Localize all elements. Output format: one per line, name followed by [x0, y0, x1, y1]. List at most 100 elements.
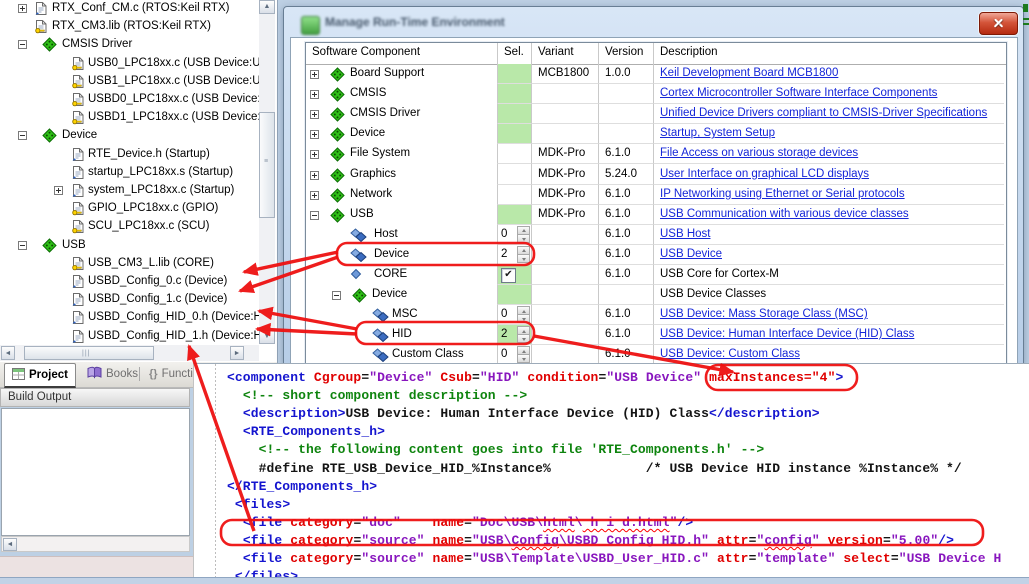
tree-item[interactable]: USBD_Config_0.c (Device)	[0, 273, 259, 291]
collapse-icon[interactable]	[18, 241, 27, 253]
description-cell[interactable]: Cortex Microcontroller Software Interfac…	[653, 84, 1004, 104]
component-row-graphics[interactable]: GraphicsMDK-Pro5.24.0User Interface on g…	[306, 165, 1006, 185]
tree-item[interactable]: USBD_Config_1.c (Device)	[0, 291, 259, 309]
scroll-right-button[interactable]: ►	[230, 346, 244, 360]
selection-cell[interactable]: 2	[497, 245, 531, 265]
tree-item[interactable]: USBD_Config_HID_1.h (Device:HID)	[0, 328, 259, 344]
select-checkbox[interactable]: ✔	[501, 268, 516, 283]
expand-icon[interactable]	[310, 130, 319, 142]
component-row-network[interactable]: NetworkMDK-Pro6.1.0IP Networking using E…	[306, 185, 1006, 205]
build-output-scrollbar[interactable]: ◄	[1, 536, 190, 552]
spin-down-icon[interactable]	[517, 234, 530, 243]
close-button[interactable]	[979, 12, 1018, 35]
column-header[interactable]: Variant	[531, 46, 598, 62]
column-header[interactable]: Sel.	[497, 46, 531, 62]
tree-item[interactable]: GPIO_LPC18xx.c (GPIO)	[0, 200, 259, 218]
selection-cell[interactable]: 0	[497, 305, 531, 325]
selection-cell[interactable]	[497, 124, 531, 144]
horizontal-scroll-thumb[interactable]: |||	[24, 346, 154, 360]
description-cell[interactable]: USB Communication with various device cl…	[653, 205, 1004, 225]
instance-count-stepper[interactable]	[517, 326, 530, 344]
expand-icon[interactable]	[54, 186, 63, 198]
column-header[interactable]: Version	[598, 46, 653, 62]
expand-icon[interactable]	[310, 150, 319, 162]
tree-item[interactable]: USB_CM3_L.lib (CORE)	[0, 255, 259, 273]
component-row-file-system[interactable]: File SystemMDK-Pro6.1.0File Access on va…	[306, 144, 1006, 164]
expand-icon[interactable]	[310, 171, 319, 183]
component-row-host[interactable]: Host06.1.0USB Host	[306, 225, 1006, 245]
tab-books[interactable]: Books	[80, 363, 145, 385]
tree-item[interactable]: USB1_LPC18xx.c (USB Device:USB1)	[0, 73, 259, 91]
selection-cell[interactable]	[497, 84, 531, 104]
column-header[interactable]: Software Component	[306, 46, 497, 62]
scroll-up-button[interactable]: ▲	[259, 0, 275, 14]
instance-count-stepper[interactable]	[517, 226, 530, 244]
instance-count-stepper[interactable]	[517, 306, 530, 324]
component-row-cmsis[interactable]: CMSISCortex Microcontroller Software Int…	[306, 84, 1006, 104]
selection-cell[interactable]	[497, 185, 531, 205]
component-row-usb[interactable]: USBMDK-Pro6.1.0USB Communication with va…	[306, 205, 1006, 225]
description-cell[interactable]: User Interface on graphical LCD displays	[653, 165, 1004, 185]
component-row-device[interactable]: DeviceStartup, System Setup	[306, 124, 1006, 144]
component-row-cmsis-driver[interactable]: CMSIS DriverUnified Device Drivers compl…	[306, 104, 1006, 124]
tree-item[interactable]: USBD1_LPC18xx.c (USB Device:USBD1)	[0, 109, 259, 127]
collapse-icon[interactable]	[310, 211, 319, 223]
expand-icon[interactable]	[310, 191, 319, 203]
collapse-icon[interactable]	[18, 40, 27, 52]
component-row-device[interactable]: Device26.1.0USB Device	[306, 245, 1006, 265]
component-row-device[interactable]: DeviceUSB Device Classes	[306, 285, 1006, 305]
collapse-icon[interactable]	[332, 291, 341, 303]
selection-cell[interactable]: 0	[497, 225, 531, 245]
selection-cell[interactable]: ✔	[497, 265, 531, 285]
tree-item[interactable]: RTX_CM3.lib (RTOS:Keil RTX)	[0, 18, 259, 36]
tree-item[interactable]: USB0_LPC18xx.c (USB Device:USB0)	[0, 55, 259, 73]
spin-down-icon[interactable]	[517, 254, 530, 263]
spin-down-icon[interactable]	[517, 334, 530, 343]
component-row-msc[interactable]: MSC06.1.0USB Device: Mass Storage Class …	[306, 305, 1006, 325]
description-cell[interactable]: USB Device: Mass Storage Class (MSC)	[653, 305, 1004, 325]
tab-project[interactable]: Project	[4, 363, 76, 388]
build-output-content[interactable]	[1, 408, 190, 536]
tree-item[interactable]: CMSIS Driver	[0, 36, 259, 54]
tree-horizontal-scrollbar[interactable]: ◄ ||| ►	[0, 345, 259, 361]
dialog-titlebar[interactable]: Manage Run-Time Environment	[292, 11, 892, 35]
selection-cell[interactable]	[497, 285, 531, 305]
spin-down-icon[interactable]	[517, 314, 530, 323]
tree-item[interactable]: SCU_LPC18xx.c (SCU)	[0, 218, 259, 236]
description-cell[interactable]: IP Networking using Ethernet or Serial p…	[653, 185, 1004, 205]
tree-item[interactable]: startup_LPC18xx.s (Startup)	[0, 164, 259, 182]
description-cell[interactable]: Startup, System Setup	[653, 124, 1004, 144]
expand-icon[interactable]	[310, 90, 319, 102]
component-row-hid[interactable]: HID26.1.0USB Device: Human Interface Dev…	[306, 325, 1006, 345]
selection-cell[interactable]	[497, 144, 531, 164]
selection-cell[interactable]	[497, 64, 531, 84]
tree-item[interactable]: USBD0_LPC18xx.c (USB Device:USBD0)	[0, 91, 259, 109]
expand-icon[interactable]	[310, 110, 319, 122]
selection-cell[interactable]	[497, 205, 531, 225]
description-cell[interactable]: USB Host	[653, 225, 1004, 245]
description-cell[interactable]: File Access on various storage devices	[653, 144, 1004, 164]
scroll-left-button[interactable]: ◄	[3, 538, 17, 551]
description-cell[interactable]: USB Device: Human Interface Device (HID)…	[653, 325, 1004, 345]
tree-item[interactable]: Device	[0, 127, 259, 145]
collapse-icon[interactable]	[18, 131, 27, 143]
selection-cell[interactable]	[497, 104, 531, 124]
selection-cell[interactable]	[497, 165, 531, 185]
selection-cell[interactable]: 2	[497, 325, 531, 345]
tree-item[interactable]: USB	[0, 237, 259, 255]
description-cell[interactable]: Unified Device Drivers compliant to CMSI…	[653, 104, 1004, 124]
tree-item[interactable]: RTE_Device.h (Startup)	[0, 146, 259, 164]
description-cell[interactable]: Keil Development Board MCB1800	[653, 64, 1004, 84]
expand-icon[interactable]	[18, 4, 27, 16]
component-row-board-support[interactable]: Board SupportMCB18001.0.0Keil Developmen…	[306, 64, 1006, 84]
expand-icon[interactable]	[310, 70, 319, 82]
tree-item[interactable]: RTX_Conf_CM.c (RTOS:Keil RTX)	[0, 0, 259, 18]
tree-item[interactable]: system_LPC18xx.c (Startup)	[0, 182, 259, 200]
scroll-left-button[interactable]: ◄	[1, 346, 15, 360]
scroll-down-button[interactable]: ▼	[259, 330, 275, 344]
description-cell[interactable]: USB Device	[653, 245, 1004, 265]
tree-vertical-scrollbar[interactable]: ▲ ≡ ▼	[259, 0, 275, 344]
vertical-scroll-thumb[interactable]: ≡	[259, 112, 275, 218]
instance-count-stepper[interactable]	[517, 246, 530, 264]
instance-count-stepper[interactable]	[517, 346, 530, 364]
